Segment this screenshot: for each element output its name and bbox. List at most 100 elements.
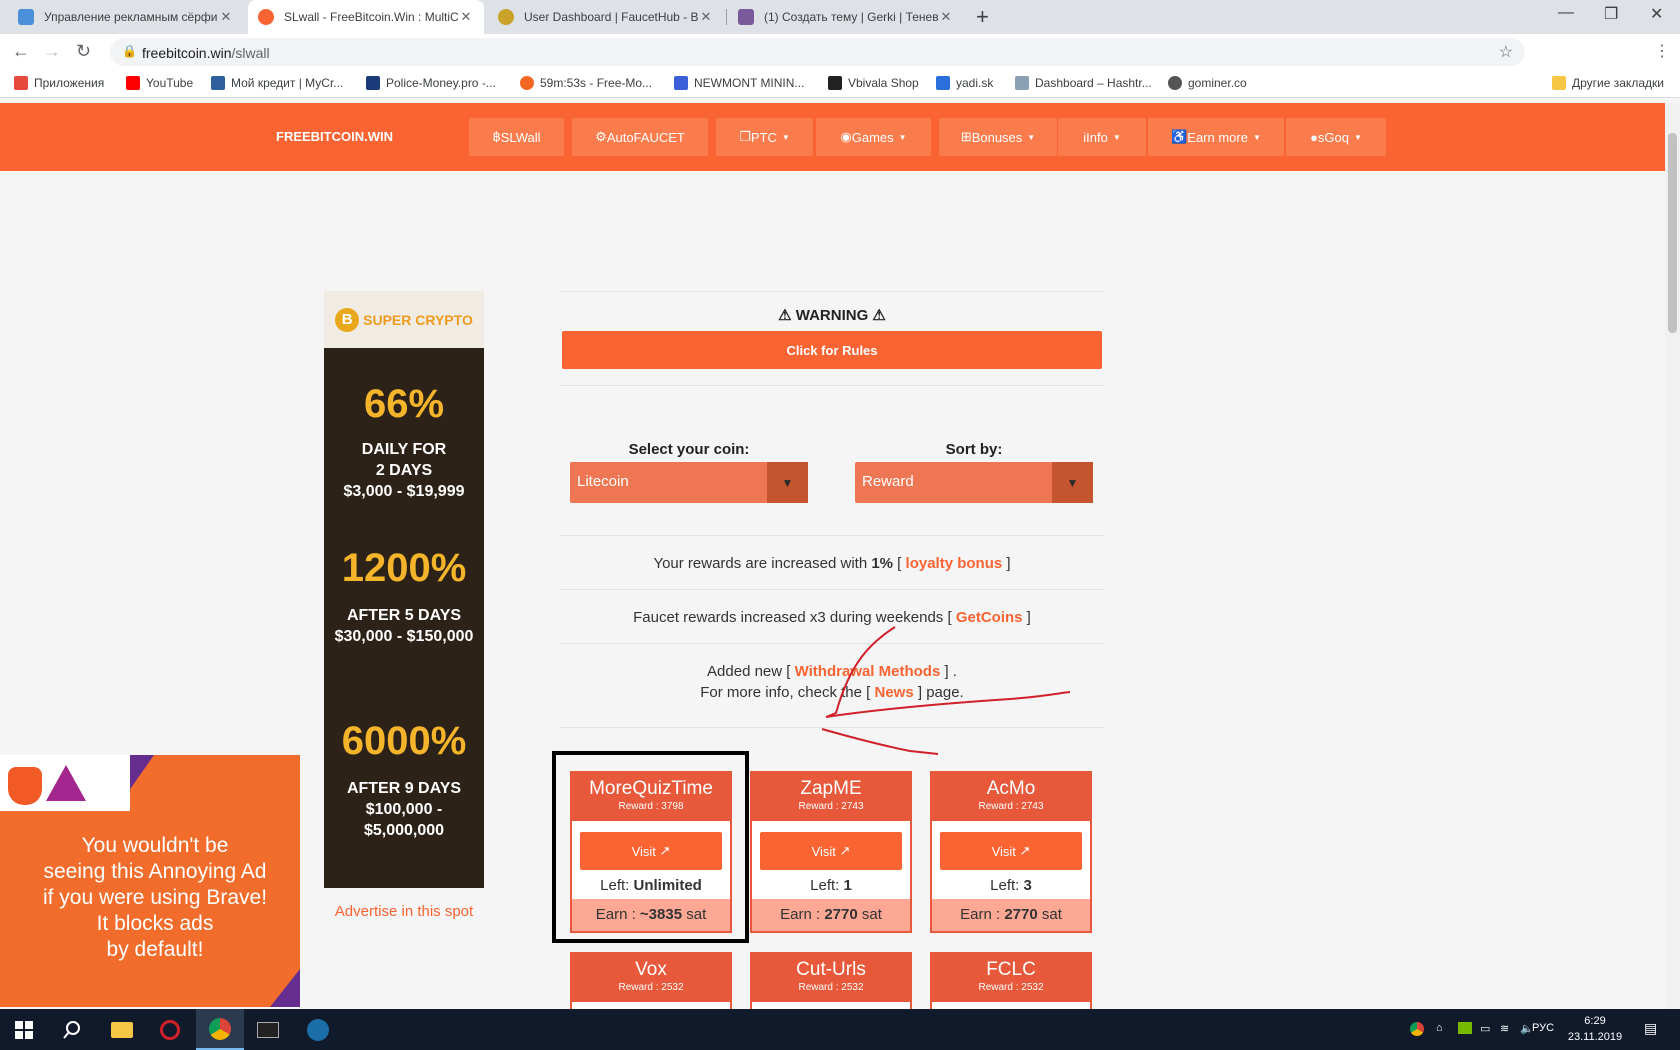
nav-bonuses[interactable]: ⊞ Bonuses ▼ xyxy=(939,118,1057,156)
nvidia-tray-icon[interactable] xyxy=(1458,1022,1472,1034)
ad-line: AFTER 9 DAYS xyxy=(346,780,462,797)
taskbar-clock[interactable]: 6:29 23.11.2019 xyxy=(1560,1013,1630,1045)
bookmark-youtube[interactable]: YouTube xyxy=(126,76,193,90)
browser-tab[interactable]: User Dashboard | FaucetHub - Bit ✕ xyxy=(488,0,724,34)
nav-label: sGoq xyxy=(1317,129,1349,145)
new-tab-icon[interactable]: + xyxy=(976,5,989,29)
nav-slwall[interactable]: ฿ SLWall xyxy=(469,118,564,156)
scrollbar-thumb[interactable] xyxy=(1668,133,1677,333)
weekend-line: Faucet rewards increased x3 during weeke… xyxy=(561,609,1103,626)
reload-icon[interactable]: ↻ xyxy=(76,41,91,62)
network-tray-icon[interactable]: ⌂ xyxy=(1436,1022,1443,1034)
pubg-icon[interactable] xyxy=(244,1009,292,1050)
display-tray-icon[interactable]: ▭ xyxy=(1480,1022,1490,1035)
notification-icon[interactable]: ▤ xyxy=(1644,1020,1657,1037)
news-link[interactable]: News xyxy=(875,684,914,701)
nav-label: AutoFAUCET xyxy=(606,129,685,145)
loyalty-bonus-link[interactable]: loyalty bonus xyxy=(906,555,1003,572)
ad-line: 2 DAYS xyxy=(375,462,433,479)
nav-user[interactable]: ● sGoq ▼ xyxy=(1286,118,1386,156)
tab-favicon-icon xyxy=(18,9,34,25)
visit-button[interactable]: Visit ↗ xyxy=(760,832,902,870)
visit-label: Visit xyxy=(991,843,1016,859)
nav-games[interactable]: ◉ Games ▼ xyxy=(816,118,931,156)
brave-ad[interactable]: You wouldn't be seeing this Annoying Ad … xyxy=(0,755,300,1007)
tab-close-icon[interactable]: ✕ xyxy=(458,9,474,25)
offer-left: Left: 3 xyxy=(932,877,1090,894)
nav-ptc[interactable]: ❐ PTC ▼ xyxy=(716,118,813,156)
offer-card: AcMo Reward : 2743 Visit ↗ Left: 3 Earn :… xyxy=(930,771,1092,933)
tab-close-icon[interactable]: ✕ xyxy=(698,9,714,25)
bookmark-free-monero[interactable]: 59m:53s - Free-Mo... xyxy=(520,76,652,90)
site-brand[interactable]: FREEBITCOIN.WIN xyxy=(276,129,393,144)
earn-label: Earn : xyxy=(780,906,825,923)
nav-autofaucet[interactable]: ⚙ AutoFAUCET xyxy=(572,118,708,156)
browser-tab[interactable]: Управление рекламным сёрфин ✕ xyxy=(8,0,244,34)
tab-close-icon[interactable]: ✕ xyxy=(218,9,234,25)
windows-start-icon[interactable] xyxy=(0,1009,48,1050)
bookmark-police-money[interactable]: Police-Money.pro -... xyxy=(366,76,496,90)
window-close-icon[interactable]: ✕ xyxy=(1650,4,1663,24)
plus-square-icon: ⊞ xyxy=(960,129,972,144)
antivirus-icon[interactable] xyxy=(146,1009,194,1050)
language-indicator[interactable]: РУС xyxy=(1532,1022,1554,1034)
forward-icon[interactable]: → xyxy=(43,41,61,62)
super-crypto-banner-ad[interactable]: B SUPER CRYPTO 66% DAILY FOR 2 DAYS $3,0… xyxy=(324,291,484,888)
getcoins-link[interactable]: GetCoins xyxy=(956,609,1023,626)
offer-earn: Earn : 2770 sat xyxy=(932,899,1090,931)
browser-tab[interactable]: (1) Создать тему | Gerki | Тенево ✕ xyxy=(728,0,964,34)
bookmark-vbivala[interactable]: Vbivala Shop xyxy=(828,76,919,90)
sort-select-value: Reward xyxy=(862,473,914,490)
chrome-tray-icon[interactable] xyxy=(1410,1022,1424,1036)
sort-select[interactable]: Reward ▼ xyxy=(855,462,1093,503)
bookmark-star-icon[interactable]: ☆ xyxy=(1499,42,1513,62)
minimize-icon[interactable]: — xyxy=(1558,4,1574,22)
dropdown-arrow-icon: ▼ xyxy=(1052,462,1093,503)
address-bar[interactable]: 🔒 freebitcoin.win/slwall ☆ xyxy=(110,38,1525,66)
advertise-link[interactable]: Advertise in this spot xyxy=(324,903,484,920)
offer-reward: Reward : 2743 xyxy=(798,801,864,812)
back-icon[interactable]: ← xyxy=(12,41,30,62)
offer-card: Vox Reward : 2532 xyxy=(570,952,732,1009)
external-link-icon: ↗ xyxy=(839,843,851,858)
ad-percent: 6000% xyxy=(341,719,467,763)
bookmark-hashtr[interactable]: Dashboard – Hashtr... xyxy=(1015,76,1152,90)
bookmarks-bar: Приложения YouTube Мой кредит | МуСr... … xyxy=(0,70,1680,98)
warning-icon: ⚠ xyxy=(778,307,792,324)
chrome-icon[interactable] xyxy=(196,1009,244,1050)
steam-icon[interactable] xyxy=(294,1009,342,1050)
bookmark-newmont[interactable]: NEWMONT MININ... xyxy=(674,76,804,90)
warning-icon: ⚠ xyxy=(872,307,886,324)
nav-earn-more[interactable]: ♿ Earn more ▼ xyxy=(1148,118,1284,156)
bookmark-mycredit[interactable]: Мой кредит | МуСr... xyxy=(211,76,343,90)
bookmark-gominer[interactable]: gominer.co xyxy=(1168,76,1247,90)
clock-date: 23.11.2019 xyxy=(1567,1031,1623,1043)
url-text[interactable]: freebitcoin.win/slwall xyxy=(142,45,270,61)
restore-icon[interactable]: ❐ xyxy=(1604,4,1618,24)
bookmark-yadisk[interactable]: yadi.sk xyxy=(936,76,993,90)
search-icon[interactable] xyxy=(48,1009,96,1050)
bookmark-apps[interactable]: Приложения xyxy=(14,76,104,90)
page-scrollbar[interactable] xyxy=(1665,103,1680,1009)
gamepad-icon: ◉ xyxy=(840,129,852,144)
bitcoin-coin-icon: B xyxy=(335,307,360,332)
ad-line: It blocks ads xyxy=(96,912,214,935)
coin-select[interactable]: Litecoin ▼ xyxy=(570,462,808,503)
nav-label: Info xyxy=(1086,129,1108,145)
bookmark-favicon-icon xyxy=(828,76,842,90)
wifi-tray-icon[interactable]: ≋ xyxy=(1500,1022,1509,1035)
browser-tab-active[interactable]: SLwall - FreeBitcoin.Win : MultiC ✕ xyxy=(248,0,484,34)
bookmark-other-folder[interactable]: Другие закладки xyxy=(1552,76,1664,90)
visit-button[interactable]: Visit ↗ xyxy=(940,832,1082,870)
earn-unit: sat xyxy=(1037,906,1062,923)
globe-icon xyxy=(1168,76,1182,90)
tab-close-icon[interactable]: ✕ xyxy=(938,9,954,25)
ad-text: AFTER 9 DAYS $100,000 - $5,000,000 xyxy=(324,778,484,841)
rules-button[interactable]: Click for Rules xyxy=(562,331,1102,369)
ad-line: $3,000 - $19,999 xyxy=(343,483,465,500)
nav-info[interactable]: i Info ▼ xyxy=(1058,118,1146,156)
menu-dots-icon[interactable]: ⋮ xyxy=(1654,41,1670,61)
file-explorer-icon[interactable] xyxy=(98,1009,146,1050)
withdrawal-methods-link[interactable]: Withdrawal Methods xyxy=(795,663,941,680)
offer-reward: Reward : 2532 xyxy=(978,982,1044,993)
